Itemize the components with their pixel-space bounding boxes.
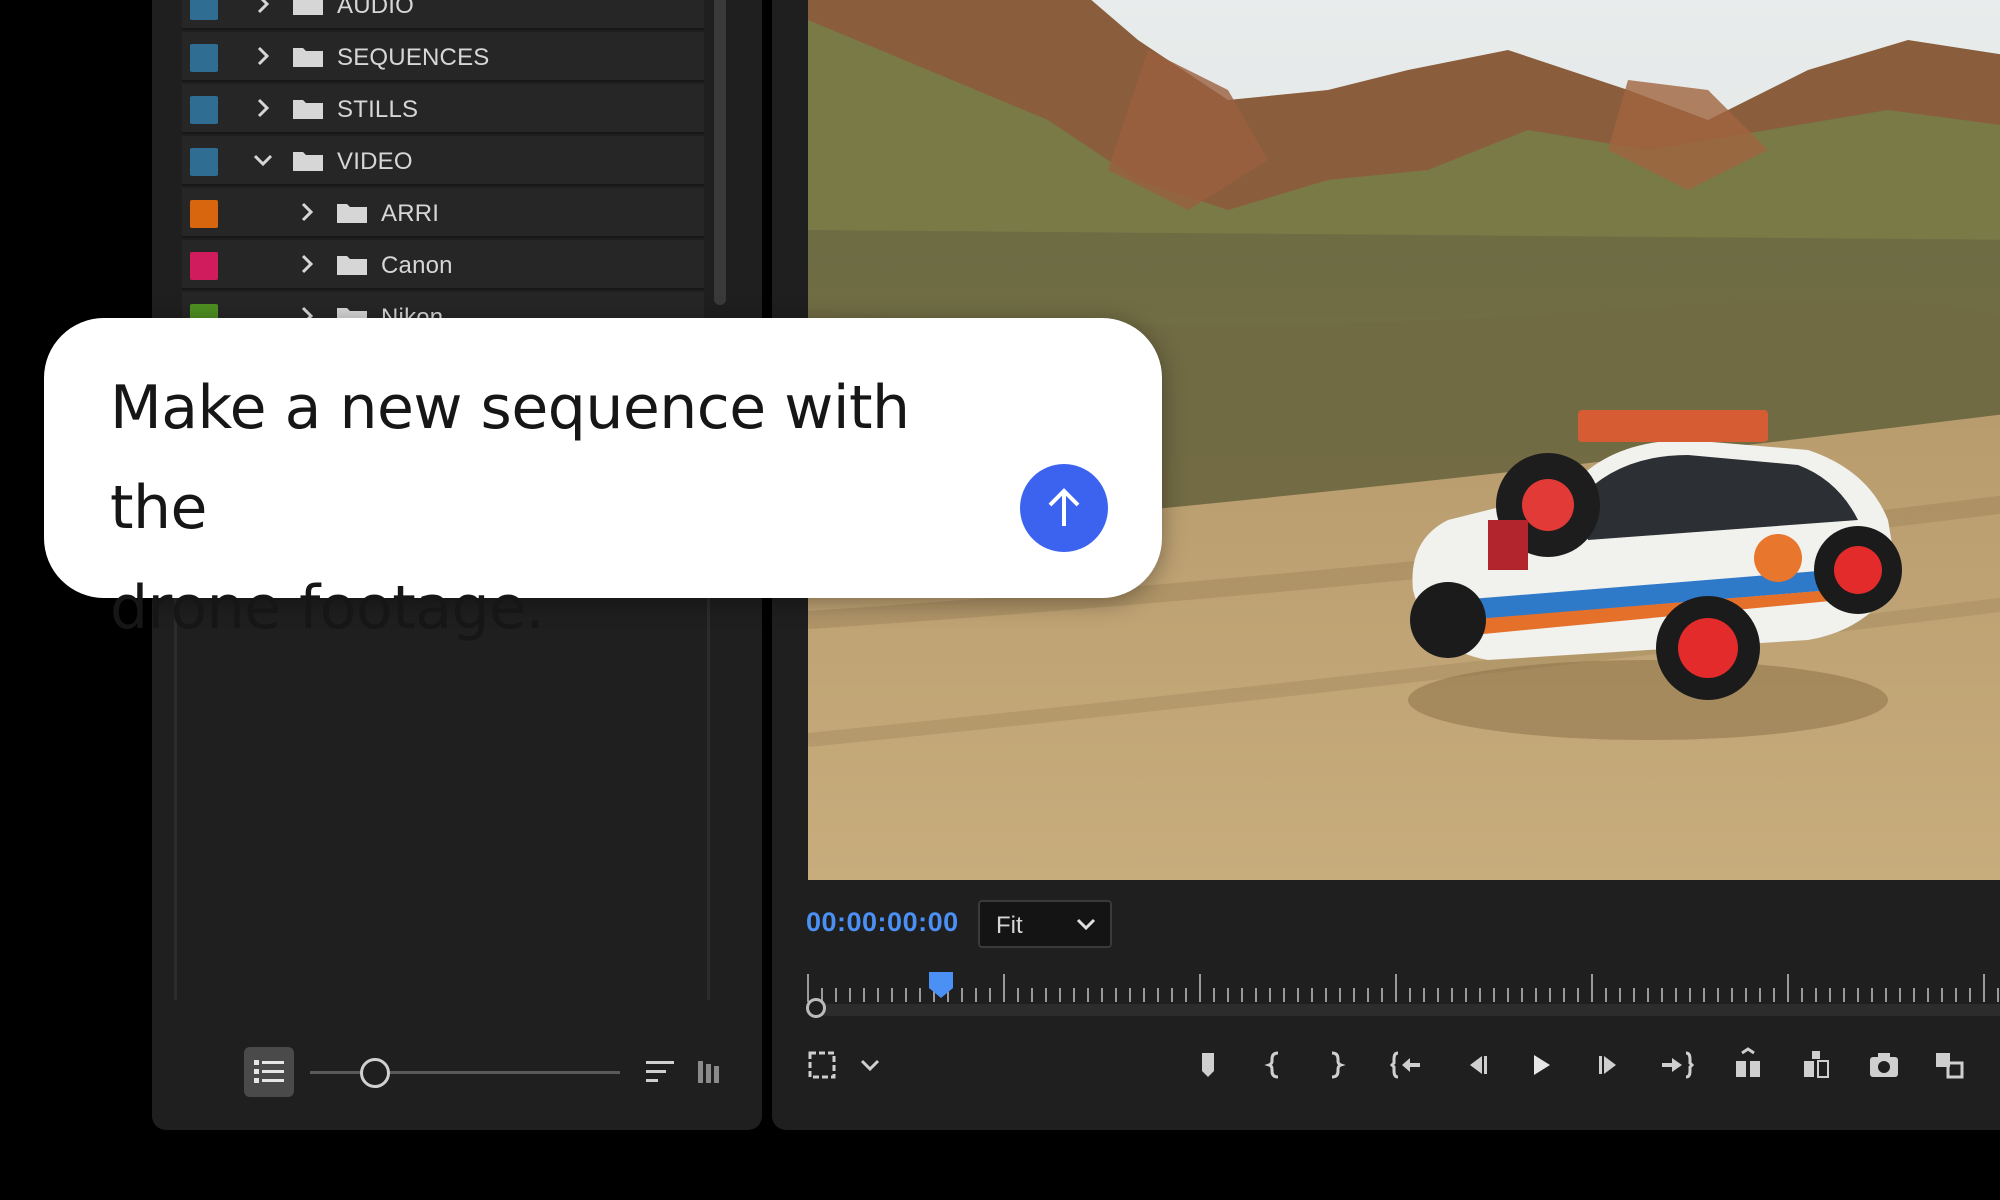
- label-color-swatch[interactable]: [190, 0, 218, 20]
- go-to-in-button[interactable]: [1388, 1040, 1428, 1090]
- folder-icon: [293, 152, 323, 171]
- label-color-swatch[interactable]: [190, 252, 218, 280]
- chevron-down-icon: [1076, 918, 1096, 931]
- export-frame-icon: [1870, 1053, 1898, 1077]
- safe-margins-icon: [808, 1051, 836, 1079]
- mark-out-icon: [1331, 1051, 1346, 1079]
- bin-label: SEQUENCES: [337, 44, 490, 71]
- ai-prompt-card[interactable]: Make a new sequence with the drone foota…: [44, 318, 1162, 643]
- scrub-start-handle[interactable]: [806, 998, 826, 1018]
- list-view-icon: [254, 1060, 284, 1083]
- folder-icon: [337, 204, 367, 223]
- label-color-swatch[interactable]: [190, 44, 218, 72]
- go-to-in-icon: [1390, 1051, 1420, 1079]
- bin-label: AUDIO: [337, 0, 415, 19]
- bin-label: VIDEO: [337, 148, 413, 175]
- bin-row-arri[interactable]: ARRI: [182, 188, 704, 238]
- bin-row-video[interactable]: VIDEO: [182, 136, 704, 186]
- extract-button[interactable]: [1796, 1040, 1836, 1090]
- chevron-down-icon[interactable]: [252, 149, 274, 171]
- time-ruler[interactable]: [806, 970, 2000, 1020]
- folder-icon: [337, 256, 367, 275]
- add-marker-icon: [1202, 1053, 1214, 1077]
- send-button[interactable]: [1020, 464, 1108, 552]
- play-icon: [1534, 1055, 1550, 1075]
- bin-row-canon[interactable]: Canon: [182, 240, 704, 290]
- timecode-display[interactable]: 00:00:00:00: [806, 907, 959, 938]
- chevron-down-icon: [860, 1059, 880, 1072]
- chevron-right-icon[interactable]: [252, 97, 274, 119]
- label-color-swatch[interactable]: [190, 200, 218, 228]
- zoom-fit-select[interactable]: Fit: [978, 900, 1112, 948]
- arrow-up-icon: [1048, 488, 1080, 526]
- label-color-swatch[interactable]: [190, 148, 218, 176]
- zoom-slider-thumb[interactable]: [360, 1058, 390, 1088]
- folder-icon: [293, 0, 323, 15]
- compare-view-button[interactable]: [1930, 1040, 1970, 1090]
- step-back-button[interactable]: [1458, 1040, 1498, 1090]
- list-view-button[interactable]: [244, 1047, 294, 1097]
- prompt-line-2: drone footage.: [110, 573, 545, 643]
- step-forward-button[interactable]: [1590, 1040, 1630, 1090]
- mark-out-button[interactable]: [1318, 1040, 1358, 1090]
- lift-icon: [1736, 1047, 1760, 1077]
- ruler-ticks: [807, 974, 1999, 1002]
- chevron-right-icon[interactable]: [252, 0, 274, 15]
- mark-in-button[interactable]: [1256, 1040, 1296, 1090]
- freeform-view-icon[interactable]: [697, 1058, 723, 1086]
- transport-controls: [772, 1040, 2000, 1100]
- folder-icon: [293, 48, 323, 67]
- add-marker-button[interactable]: [1190, 1040, 1230, 1090]
- panel-scrollbar[interactable]: [714, 0, 726, 305]
- bin-row-sequences[interactable]: SEQUENCES: [182, 32, 704, 82]
- step-forward-icon: [1599, 1056, 1616, 1074]
- bin-label: ARRI: [381, 200, 440, 227]
- label-color-swatch[interactable]: [190, 96, 218, 124]
- chevron-right-icon[interactable]: [296, 253, 318, 275]
- bin-row-stills[interactable]: STILLS: [182, 84, 704, 134]
- bin-label: Canon: [381, 252, 453, 279]
- safe-margins-button[interactable]: [802, 1040, 842, 1090]
- chevron-right-icon[interactable]: [252, 45, 274, 67]
- compare-view-icon: [1936, 1053, 1964, 1079]
- folder-icon: [293, 100, 323, 119]
- prompt-text: Make a new sequence with the drone foota…: [110, 358, 970, 658]
- project-panel-footer: [152, 1010, 762, 1130]
- extract-icon: [1804, 1051, 1829, 1078]
- fit-select-label: Fit: [996, 912, 1023, 939]
- bin-row-audio[interactable]: AUDIO: [182, 0, 704, 30]
- sort-icon[interactable]: [644, 1058, 676, 1086]
- go-to-out-icon: [1662, 1051, 1695, 1079]
- zoom-slider-track[interactable]: [310, 1071, 620, 1074]
- prompt-line-1: Make a new sequence with the: [110, 373, 910, 543]
- safe-margins-dropdown[interactable]: [850, 1040, 890, 1090]
- bin-label: STILLS: [337, 96, 419, 123]
- step-back-icon: [1470, 1056, 1487, 1074]
- mark-in-icon: [1264, 1051, 1279, 1079]
- play-button[interactable]: [1522, 1040, 1562, 1090]
- chevron-right-icon[interactable]: [296, 201, 318, 223]
- lift-button[interactable]: [1728, 1040, 1768, 1090]
- export-frame-button[interactable]: [1864, 1040, 1904, 1090]
- scrub-bar[interactable]: [816, 1004, 2000, 1016]
- go-to-out-button[interactable]: [1658, 1040, 1698, 1090]
- playhead[interactable]: [927, 970, 955, 1000]
